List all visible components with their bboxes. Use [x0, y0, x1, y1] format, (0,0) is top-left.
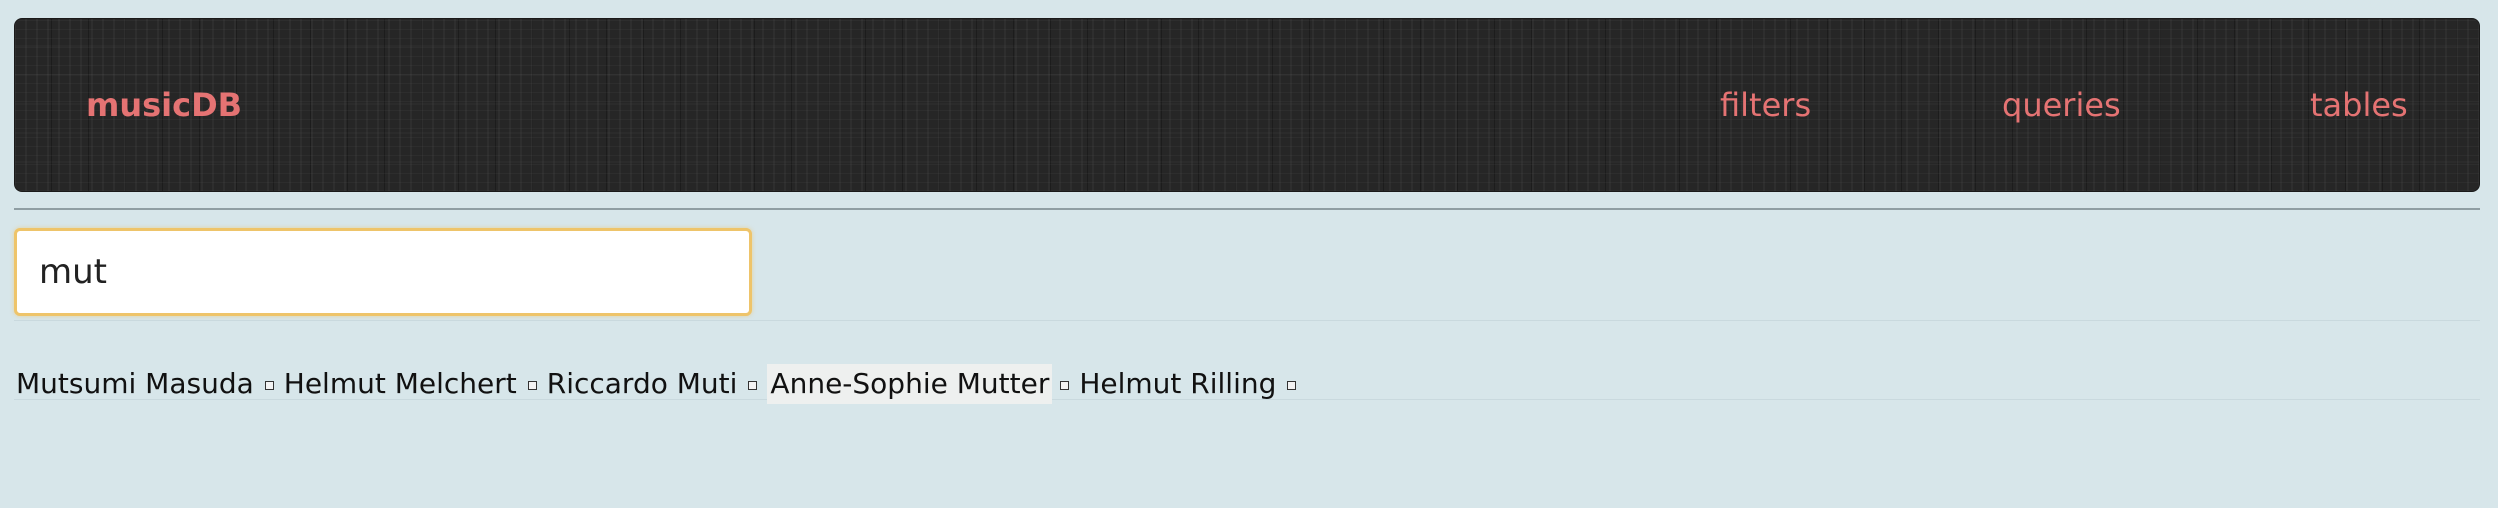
small-square-icon	[264, 380, 274, 390]
small-square-icon	[1060, 380, 1070, 390]
search-input[interactable]	[14, 228, 752, 316]
result-item-helmut-rilling[interactable]: Helmut Rilling	[1079, 364, 1279, 404]
small-square-icon	[1287, 380, 1297, 390]
nav-link-tables[interactable]: tables	[2310, 18, 2408, 192]
result-item-helmut-melchert[interactable]: Helmut Melchert	[284, 364, 520, 404]
result-item-mutsumi-masuda[interactable]: Mutsumi Masuda	[16, 364, 257, 404]
brand-logo-link[interactable]: musicDB	[86, 18, 242, 192]
nav-link-filters[interactable]: filters	[1720, 18, 1811, 192]
top-navbar: musicDB filters queries tables	[14, 18, 2480, 192]
small-square-icon	[527, 380, 537, 390]
header-divider	[14, 208, 2480, 210]
result-item-riccardo-muti[interactable]: Riccardo Muti	[547, 364, 741, 404]
result-item-anne-sophie-mutter[interactable]: Anne-Sophie Mutter	[767, 364, 1053, 404]
small-square-icon	[748, 380, 758, 390]
nav-link-queries[interactable]: queries	[2002, 18, 2121, 192]
autocomplete-results-list: Mutsumi Masuda Helmut Melchert Riccardo Mu…	[16, 364, 1306, 404]
